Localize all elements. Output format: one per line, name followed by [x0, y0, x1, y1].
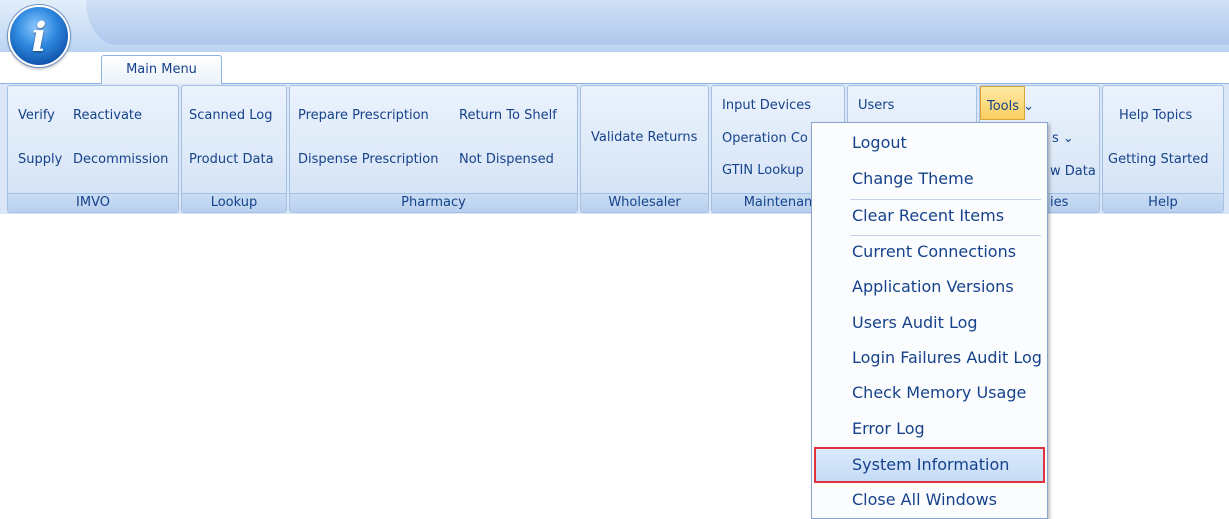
- ribbon-group-lookup: Scanned Log Product Data Lookup: [181, 85, 287, 213]
- operation-codes-button[interactable]: Operation Co: [722, 131, 808, 146]
- scanned-log-button[interactable]: Scanned Log: [189, 108, 272, 123]
- supply-button[interactable]: Supply: [18, 152, 62, 167]
- application-orb-button[interactable]: i: [8, 5, 70, 67]
- prepare-prescription-button[interactable]: Prepare Prescription: [298, 108, 429, 123]
- product-data-button[interactable]: Product Data: [189, 152, 274, 167]
- tools-dropdown-menu: Logout Change Theme Clear Recent Items C…: [811, 122, 1048, 519]
- menu-item-application-versions[interactable]: Application Versions: [852, 277, 1014, 296]
- input-devices-button[interactable]: Input Devices: [722, 98, 811, 113]
- group-label-wholesaler: Wholesaler: [581, 193, 708, 212]
- dispense-prescription-button[interactable]: Dispense Prescription: [298, 152, 439, 167]
- title-bar: [0, 0, 1229, 52]
- info-icon: i: [31, 14, 47, 61]
- tools-dropdown-button[interactable]: Tools ⌄: [980, 86, 1034, 120]
- users-button[interactable]: Users: [858, 98, 894, 113]
- group-label-pharmacy: Pharmacy: [290, 193, 577, 212]
- menu-item-error-log[interactable]: Error Log: [852, 419, 925, 438]
- verify-button[interactable]: Verify: [18, 108, 55, 123]
- gtin-lookup-button[interactable]: GTIN Lookup: [722, 163, 804, 178]
- group-label-help: Help: [1103, 193, 1223, 212]
- menu-item-change-theme[interactable]: Change Theme: [852, 169, 974, 188]
- not-dispensed-button[interactable]: Not Dispensed: [459, 152, 554, 167]
- ribbon-group-wholesaler: Validate Returns Wholesaler: [580, 85, 709, 213]
- reactivate-button[interactable]: Reactivate: [73, 108, 142, 123]
- group-label-lookup: Lookup: [182, 193, 286, 212]
- menu-item-close-all-windows[interactable]: Close All Windows: [852, 490, 997, 509]
- group-label-imvo: IMVO: [8, 193, 178, 212]
- menu-item-logout[interactable]: Logout: [852, 133, 907, 152]
- menu-separator: [850, 235, 1041, 236]
- help-topics-button[interactable]: Help Topics: [1119, 108, 1192, 123]
- decommission-button[interactable]: Decommission: [73, 152, 168, 167]
- tab-main-menu[interactable]: Main Menu: [101, 55, 222, 84]
- menu-item-users-audit-log[interactable]: Users Audit Log: [852, 313, 978, 332]
- menu-item-login-failures-audit-log[interactable]: Login Failures Audit Log: [852, 348, 1042, 367]
- view-data-button[interactable]: w Data: [1050, 164, 1096, 179]
- return-to-shelf-button[interactable]: Return To Shelf: [459, 108, 557, 123]
- validate-returns-button[interactable]: Validate Returns: [591, 130, 697, 145]
- ribbon-group-imvo: Verify Reactivate Supply Decommission IM…: [7, 85, 179, 213]
- getting-started-button[interactable]: Getting Started: [1108, 152, 1209, 167]
- menu-item-current-connections[interactable]: Current Connections: [852, 242, 1016, 261]
- menu-item-check-memory-usage[interactable]: Check Memory Usage: [852, 383, 1026, 402]
- utilities-dropdown-button[interactable]: s ⌄: [1052, 131, 1074, 146]
- menu-separator: [850, 199, 1041, 200]
- quick-access-area: [86, 0, 1229, 45]
- ribbon-group-help: Help Topics Getting Started Help: [1102, 85, 1224, 213]
- menu-item-system-information[interactable]: System Information: [852, 455, 1009, 474]
- ribbon-group-pharmacy: Prepare Prescription Return To Shelf Dis…: [289, 85, 578, 213]
- menu-item-clear-recent-items[interactable]: Clear Recent Items: [852, 206, 1004, 225]
